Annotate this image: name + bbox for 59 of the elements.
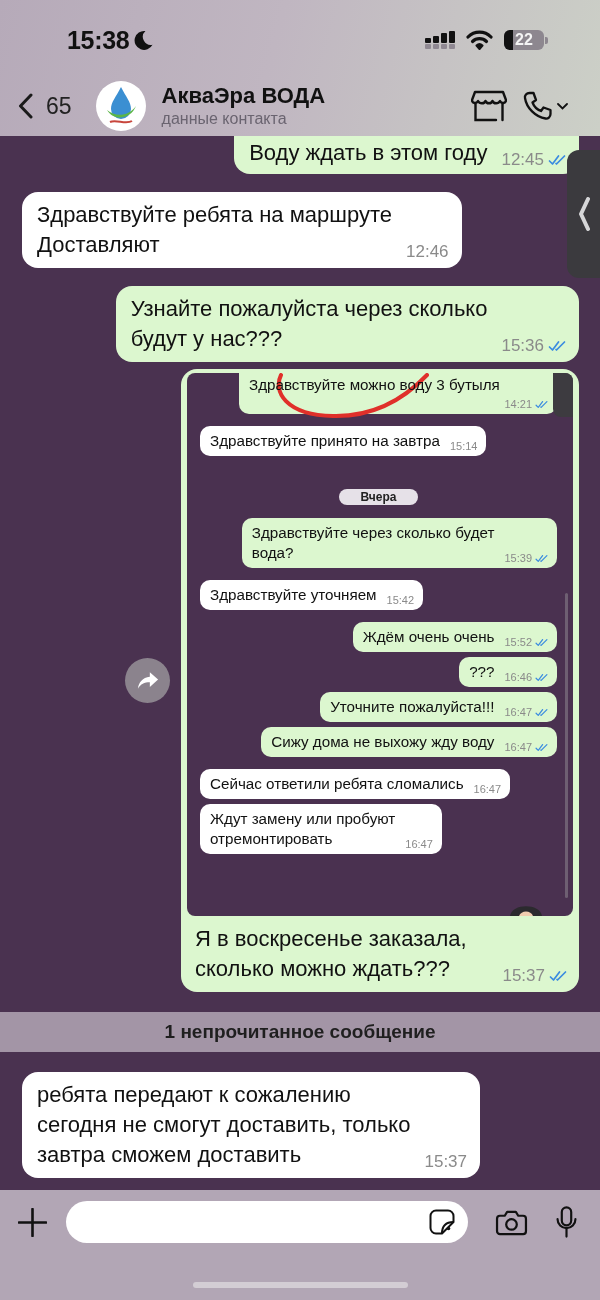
message-text: ребята передают к сожалению сегодня не смогут доставить, только завтра сможем доставить (37, 1081, 411, 1169)
message-time: 16:47 (504, 740, 532, 754)
message-time: 15:14 (449, 439, 478, 453)
message-time: 14:21 (504, 397, 532, 411)
message-time: 15:37 (424, 1151, 468, 1173)
camera-icon (495, 1208, 528, 1236)
message-input[interactable] (66, 1201, 468, 1243)
message-text: Уточните пожалуйста!!! (330, 697, 495, 717)
message-text: ??? (469, 662, 495, 682)
back-button[interactable]: 65 (18, 92, 72, 120)
side-panel-handle (553, 373, 573, 417)
chevron-left-icon (577, 197, 590, 231)
message-time: 16:47 (504, 705, 532, 719)
message-time: 12:46 (406, 241, 449, 263)
message-caption: Я в воскресенье заказала, сколько можно ждать??? (195, 925, 467, 983)
message-text: Воду ждать в этом году (249, 139, 488, 167)
battery-indicator: 22 (504, 30, 548, 50)
message-time: 15:36 (501, 335, 544, 357)
share-arrow-icon (136, 671, 159, 690)
signal-icon (425, 31, 455, 49)
sticker-icon (429, 1209, 455, 1235)
date-chip: Вчера (338, 489, 419, 505)
storefront-icon (471, 90, 507, 122)
status-time: 15:38 (67, 25, 130, 55)
sticker-button[interactable] (429, 1209, 455, 1235)
contact-name: АкваЭра ВОДА (161, 83, 326, 109)
message-time: 15:42 (386, 593, 415, 607)
message-text: Здравствуйте уточняем (210, 585, 377, 605)
message-text: Сейчас ответили ребята сломались (210, 774, 464, 794)
wifi-icon (466, 30, 493, 50)
message-text: Ждём очень очень (362, 627, 495, 647)
message-time: 16:47 (473, 782, 502, 796)
unread-messages-banner: 1 непрочитанное сообщение (0, 1012, 600, 1052)
water-drop-logo-icon[interactable] (95, 81, 146, 131)
message-text: Ждут замену или пробуют отремонтировать (210, 809, 396, 849)
phone-icon (521, 90, 554, 122)
message-time: 12:45 (501, 149, 544, 171)
message-time: 15:52 (504, 635, 532, 649)
message-text: Узнайте пожалуйста через сколько будут у нас??? (130, 295, 488, 353)
message-text: Сижу дома не выхожу жду воду (271, 732, 495, 752)
moon-icon (134, 29, 154, 51)
microphone-button[interactable] (555, 1206, 578, 1238)
message-time: 15:37 (502, 965, 545, 987)
microphone-icon (555, 1206, 578, 1238)
message-text: Здравствуйте ребята на маршруте Доставляют (37, 201, 392, 259)
plus-icon (18, 1207, 47, 1237)
shop-button[interactable] (471, 90, 507, 122)
attach-button[interactable] (18, 1207, 47, 1237)
caret-icon (557, 102, 568, 110)
call-button[interactable] (521, 90, 568, 122)
message-time: 16:46 (504, 670, 532, 684)
camera-button[interactable] (495, 1208, 528, 1236)
message-time: 15:39 (504, 551, 532, 565)
forward-button[interactable] (125, 658, 170, 703)
back-chevron-icon (18, 93, 33, 119)
side-panel-handle[interactable] (567, 150, 600, 278)
message-text: Здравствуйте принято на завтра (210, 431, 440, 451)
message-time: 16:47 (405, 837, 433, 851)
message-text: Здравствуйте через сколько будет вода? (251, 523, 495, 563)
